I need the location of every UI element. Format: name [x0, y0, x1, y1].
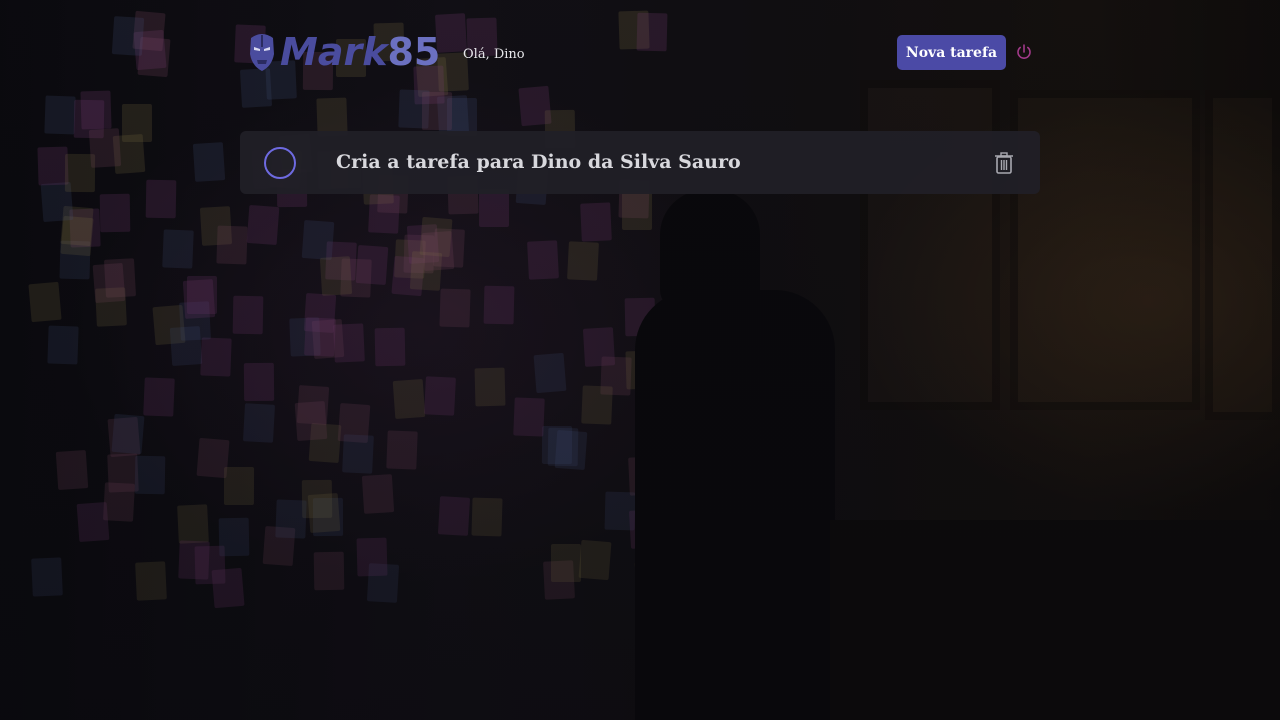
logo: Mark85 [248, 32, 440, 72]
task-title: Cria a tarefa para Dino da Silva Sauro [336, 151, 741, 173]
task-item: Cria a tarefa para Dino da Silva Sauro [240, 131, 1040, 194]
header: Mark85 Olá, Dino Nova tarefa [240, 30, 1040, 76]
background-photo [0, 0, 1280, 720]
power-icon[interactable] [1015, 43, 1033, 61]
iron-mask-icon [250, 34, 274, 71]
brand-name: Mark85 [280, 30, 441, 74]
user-greeting: Olá, Dino [463, 47, 525, 62]
trash-icon[interactable] [993, 151, 1015, 175]
new-task-button[interactable]: Nova tarefa [897, 35, 1006, 70]
task-toggle-checkbox[interactable] [264, 147, 296, 179]
